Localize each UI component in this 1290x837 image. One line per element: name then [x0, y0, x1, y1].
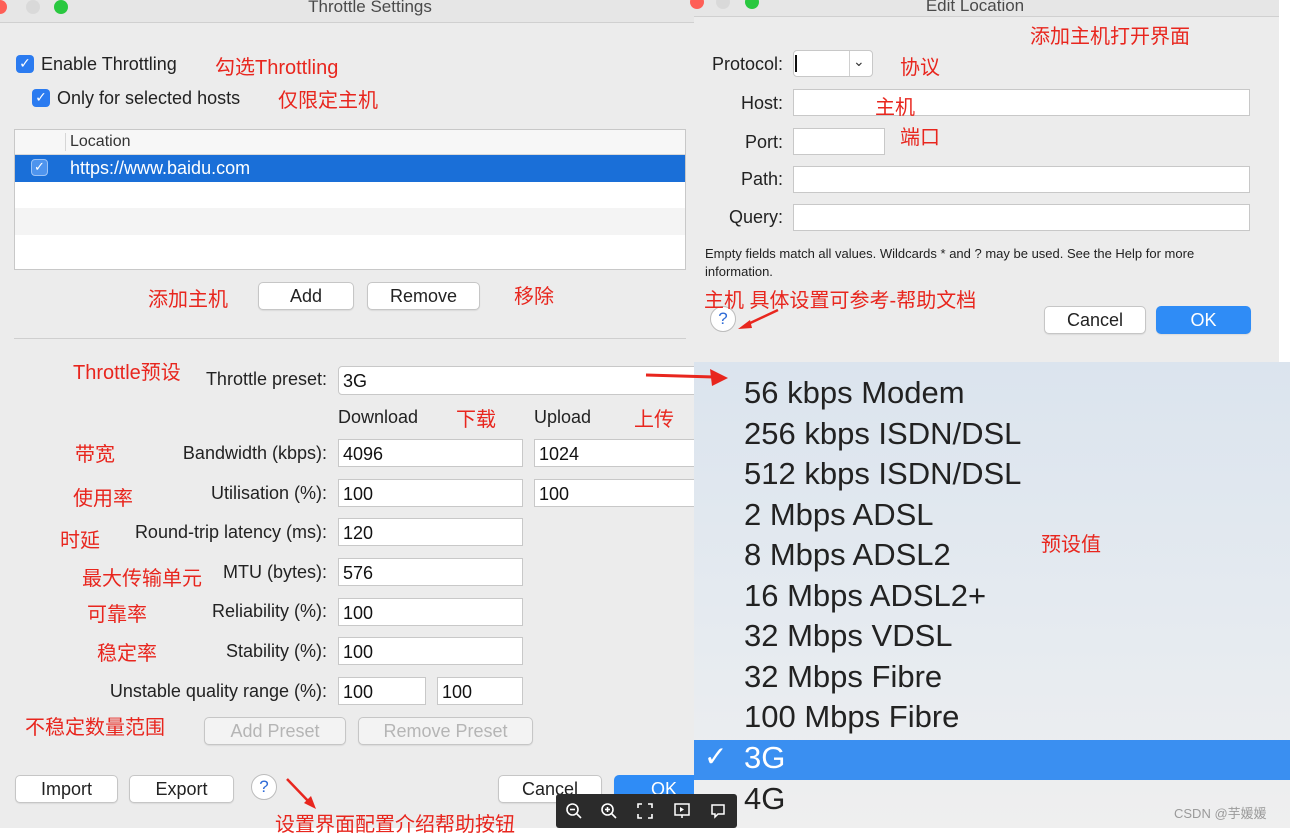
add-host-button[interactable]: Add [258, 282, 354, 310]
annotation-upload: 上传 [634, 409, 674, 431]
menu-item-8mbps[interactable]: 8 Mbps ADSL2 [744, 537, 951, 573]
select-divider [849, 51, 850, 76]
arrow-to-edit-help-icon [738, 308, 779, 329]
query-label: Query: [728, 207, 783, 227]
edit-cancel-button[interactable]: Cancel [1044, 306, 1146, 334]
table-header: Location [15, 130, 685, 155]
protocol-select[interactable]: ⌄ [793, 50, 873, 77]
enable-throttling-label: Enable Throttling [41, 54, 177, 74]
utilisation-upload-input[interactable]: 100 [534, 479, 698, 507]
row-url: https://www.baidu.com [70, 158, 251, 178]
annotation-utilisation: 使用率 [73, 488, 133, 510]
annotation-enable-throttling: 勾选Throttling [215, 57, 339, 79]
host-label: Host: [740, 93, 783, 113]
annotation-edit-title: 添加主机打开界面 [1030, 26, 1190, 48]
annotation-download: 下载 [456, 409, 496, 431]
menu-item-32mbps-fibre[interactable]: 32 Mbps Fibre [744, 659, 942, 695]
latency-input[interactable]: 120 [338, 518, 523, 546]
annotation-remove: 移除 [514, 286, 554, 308]
table-row-empty [15, 208, 685, 235]
annotation-unstable: 不稳定数量范围 [25, 717, 165, 739]
utilisation-label: Utilisation (%): [210, 483, 327, 503]
export-button[interactable]: Export [129, 775, 234, 803]
minimize-window-button[interactable] [26, 0, 40, 14]
chevron-down-icon: ⌄ [853, 53, 865, 69]
header-divider [65, 133, 66, 151]
throttle-help-button[interactable]: ? [251, 774, 277, 800]
menu-item-100mbps-fibre[interactable]: 100 Mbps Fibre [744, 699, 959, 735]
watermark: CSDN @芋媛媛 [1174, 806, 1267, 821]
annotation-preset: Throttle预设 [73, 362, 181, 384]
slideshow-icon[interactable] [673, 802, 691, 820]
location-column-header[interactable]: Location [70, 133, 131, 151]
port-input[interactable] [793, 128, 885, 155]
annotation-bandwidth: 带宽 [75, 444, 115, 466]
annotation-port: 端口 [900, 127, 940, 149]
download-header: Download [338, 407, 419, 427]
info-text: Empty fields match all values. Wildcards… [705, 246, 1195, 279]
port-label: Port: [744, 132, 783, 152]
throttle-window-title: Throttle Settings [308, 0, 432, 16]
divider [14, 338, 686, 339]
arrow-to-throttle-help-icon [286, 778, 316, 809]
host-input[interactable] [793, 89, 1250, 116]
bandwidth-upload-input[interactable]: 1024 [534, 439, 698, 467]
right-margin [1279, 0, 1290, 362]
menu-item-256k[interactable]: 256 kbps ISDN/DSL [744, 416, 1021, 452]
bandwidth-download-input[interactable]: 4096 [338, 439, 523, 467]
query-input[interactable] [793, 204, 1250, 231]
annotation-add-host: 添加主机 [148, 289, 228, 311]
menu-item-56k[interactable]: 56 kbps Modem [744, 375, 965, 411]
only-selected-hosts-checkbox[interactable]: ✓ [32, 89, 50, 107]
table-row[interactable]: ✓ https://www.baidu.com [15, 155, 685, 182]
edit-ok-button[interactable]: OK [1156, 306, 1251, 334]
annotation-help-button: 设置界面配置介绍帮助按钮 [275, 814, 515, 836]
remove-preset-button[interactable]: Remove Preset [358, 717, 533, 745]
annotation-latency: 时延 [60, 530, 100, 552]
path-input[interactable] [793, 166, 1250, 193]
zoom-out-icon[interactable] [565, 802, 583, 820]
menu-item-3g[interactable]: 3G [744, 740, 785, 776]
arrow-to-menu-icon [645, 369, 728, 386]
stability-input[interactable]: 100 [338, 637, 523, 665]
protocol-label: Protocol: [711, 54, 783, 74]
remove-host-button[interactable]: Remove [367, 282, 480, 310]
row-checkbox[interactable]: ✓ [31, 159, 48, 176]
zoom-window-button[interactable] [54, 0, 68, 14]
import-button[interactable]: Import [15, 775, 118, 803]
annotation-stability: 稳定率 [97, 643, 157, 665]
annotation-reliability: 可靠率 [87, 604, 147, 626]
annotation-preset-values: 预设值 [1041, 534, 1101, 556]
bandwidth-label: Bandwidth (kbps): [182, 443, 327, 463]
menu-item-2mbps[interactable]: 2 Mbps ADSL [744, 497, 934, 533]
reliability-input[interactable]: 100 [338, 598, 523, 626]
comment-icon[interactable] [709, 802, 727, 820]
menu-item-16mbps[interactable]: 16 Mbps ADSL2+ [744, 578, 986, 614]
annotation-only-hosts: 仅限定主机 [278, 90, 378, 112]
annotation-protocol: 协议 [900, 57, 940, 79]
menu-item-512k[interactable]: 512 kbps ISDN/DSL [744, 456, 1021, 492]
utilisation-download-input[interactable]: 100 [338, 479, 523, 507]
add-preset-button[interactable]: Add Preset [204, 717, 346, 745]
edit-location-title: Edit Location [925, 0, 1025, 15]
only-selected-hosts-label: Only for selected hosts [57, 88, 241, 108]
unstable-range-min-input[interactable]: 100 [338, 677, 426, 705]
latency-label: Round-trip latency (ms): [134, 522, 327, 542]
fullscreen-icon[interactable] [637, 803, 653, 819]
enable-throttling-checkbox[interactable]: ✓ [16, 55, 34, 73]
annotation-mtu: 最大传输单元 [82, 568, 202, 590]
menu-item-32mbps-vdsl[interactable]: 32 Mbps VDSL [744, 618, 953, 654]
unstable-range-max-input[interactable]: 100 [437, 677, 523, 705]
checkmark-icon: ✓ [704, 740, 728, 773]
path-label: Path: [740, 169, 783, 189]
annotation-host: 主机 [875, 97, 915, 119]
upload-header: Upload [534, 407, 592, 427]
unstable-range-label: Unstable quality range (%): [109, 681, 327, 701]
menu-item-4g[interactable]: 4G [744, 781, 785, 817]
zoom-in-icon[interactable] [600, 802, 618, 820]
mtu-input[interactable]: 576 [338, 558, 523, 586]
text-cursor [795, 55, 797, 72]
